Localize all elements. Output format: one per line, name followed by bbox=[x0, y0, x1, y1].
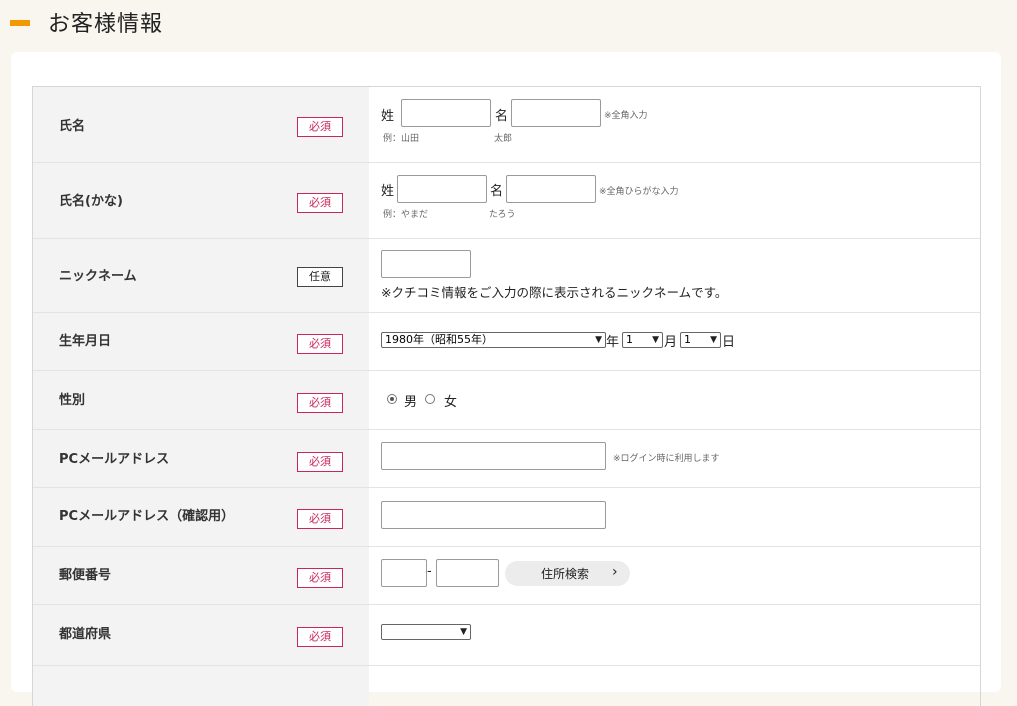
section-header: お客様情報 bbox=[0, 0, 1017, 44]
optional-badge: 任意 bbox=[297, 267, 343, 287]
required-badge: 必須 bbox=[297, 193, 343, 213]
year-suffix: 年 bbox=[606, 335, 620, 350]
birth-day-select[interactable]: 1 ▼ bbox=[680, 332, 721, 348]
sei-label: 姓 bbox=[381, 184, 395, 199]
row-input-cell: 姓 名 ※全角ひらがな入力 例：やまだ たろう bbox=[369, 163, 980, 238]
row-email: PCメールアドレス 必須 ※ログイン時に利用します bbox=[33, 430, 980, 488]
row-kana: 氏名(かな) 必須 姓 名 ※全角ひらがな入力 例：やまだ たろう bbox=[33, 163, 980, 239]
postal-code-first-input[interactable] bbox=[381, 559, 427, 587]
email-input[interactable] bbox=[381, 442, 606, 470]
sei-label: 姓 bbox=[381, 109, 395, 124]
last-name-input[interactable] bbox=[401, 99, 491, 127]
row-label-cell: ニックネーム 任意 bbox=[33, 239, 369, 312]
day-suffix: 日 bbox=[722, 335, 736, 350]
kana-example-mei: たろう bbox=[489, 210, 516, 220]
row-gender: 性別 必須 男 女 bbox=[33, 371, 980, 430]
row-prefecture: 都道府県 必須 ▼ bbox=[33, 605, 980, 666]
address-search-button[interactable]: 住所検索 › bbox=[505, 561, 630, 586]
name-example-mei: 太郎 bbox=[494, 134, 513, 144]
row-label-cell: 生年月日 必須 bbox=[33, 313, 369, 370]
field-label-email-confirm: PCメールアドレス（確認用） bbox=[59, 509, 235, 524]
month-suffix: 月 bbox=[664, 335, 678, 350]
required-badge: 必須 bbox=[297, 393, 343, 413]
prefecture-select[interactable]: ▼ bbox=[381, 624, 471, 640]
email-confirm-input[interactable] bbox=[381, 501, 606, 529]
address-search-label: 住所検索 bbox=[541, 567, 590, 581]
chevron-down-icon: ▼ bbox=[595, 335, 602, 345]
row-input-cell: 男 女 bbox=[369, 371, 980, 429]
field-label-postal: 郵便番号 bbox=[59, 568, 112, 583]
required-badge: 必須 bbox=[297, 627, 343, 647]
field-label-prefecture: 都道府県 bbox=[59, 627, 112, 642]
row-input-cell: ※ログイン時に利用します bbox=[369, 430, 980, 487]
kana-example-sei: 例：やまだ bbox=[383, 210, 429, 220]
row-label-cell bbox=[33, 666, 369, 706]
gender-male-radio[interactable] bbox=[387, 394, 397, 404]
row-birthday: 生年月日 必須 1980年（昭和55年） ▼ 年 1 ▼ 月 1 ▼ 日 bbox=[33, 313, 980, 371]
row-next-partial bbox=[33, 666, 980, 706]
title-accent-bar bbox=[10, 20, 30, 26]
nickname-note: ※クチコミ情報をご入力の際に表示されるニックネームです。 bbox=[381, 285, 728, 300]
gender-female-radio[interactable] bbox=[425, 394, 435, 404]
required-badge: 必須 bbox=[297, 117, 343, 137]
chevron-right-icon: › bbox=[612, 564, 618, 580]
email-note: ※ログイン時に利用します bbox=[613, 454, 720, 464]
page-title: お客様情報 bbox=[48, 12, 164, 37]
row-label-cell: 氏名(かな) 必須 bbox=[33, 163, 369, 238]
field-label-email: PCメールアドレス bbox=[59, 452, 170, 467]
row-input-cell: 姓 名 ※全角入力 例：山田 太郎 bbox=[369, 87, 980, 162]
row-input-cell: ※クチコミ情報をご入力の際に表示されるニックネームです。 bbox=[369, 239, 980, 312]
birth-year-value: 1980年（昭和55年） bbox=[385, 333, 493, 346]
required-badge: 必須 bbox=[297, 452, 343, 472]
field-label-kana: 氏名(かな) bbox=[59, 194, 123, 209]
row-postal: 郵便番号 必須 - 住所検索 › bbox=[33, 547, 980, 605]
row-label-cell: 氏名 必須 bbox=[33, 87, 369, 162]
birth-month-value: 1 bbox=[626, 333, 633, 346]
birth-day-value: 1 bbox=[684, 333, 691, 346]
row-label-cell: 郵便番号 必須 bbox=[33, 547, 369, 604]
field-label-name: 氏名 bbox=[59, 119, 86, 134]
mei-label: 名 bbox=[495, 109, 509, 124]
name-note: ※全角入力 bbox=[604, 111, 648, 121]
birth-year-select[interactable]: 1980年（昭和55年） ▼ bbox=[381, 332, 606, 348]
first-name-input[interactable] bbox=[511, 99, 601, 127]
row-label-cell: 都道府県 必須 bbox=[33, 605, 369, 665]
row-input-cell: ▼ bbox=[369, 605, 980, 665]
field-label-birthday: 生年月日 bbox=[59, 334, 112, 349]
kana-note: ※全角ひらがな入力 bbox=[599, 187, 679, 197]
chevron-down-icon: ▼ bbox=[460, 627, 467, 637]
row-nickname: ニックネーム 任意 ※クチコミ情報をご入力の際に表示されるニックネームです。 bbox=[33, 239, 980, 313]
row-label-cell: 性別 必須 bbox=[33, 371, 369, 429]
chevron-down-icon: ▼ bbox=[652, 335, 659, 345]
birth-month-select[interactable]: 1 ▼ bbox=[622, 332, 663, 348]
row-input-cell: 1980年（昭和55年） ▼ 年 1 ▼ 月 1 ▼ 日 bbox=[369, 313, 980, 370]
row-input-cell: - 住所検索 › bbox=[369, 547, 980, 604]
gender-male-label: 男 bbox=[404, 395, 418, 410]
customer-info-form: 氏名 必須 姓 名 ※全角入力 例：山田 太郎 氏名(かな) 必須 姓 名 ※全… bbox=[32, 86, 981, 706]
row-label-cell: PCメールアドレス 必須 bbox=[33, 430, 369, 487]
postal-code-second-input[interactable] bbox=[436, 559, 499, 587]
required-badge: 必須 bbox=[297, 568, 343, 588]
row-name: 氏名 必須 姓 名 ※全角入力 例：山田 太郎 bbox=[33, 87, 980, 163]
required-badge: 必須 bbox=[297, 509, 343, 529]
first-name-kana-input[interactable] bbox=[506, 175, 596, 203]
gender-female-label: 女 bbox=[444, 395, 458, 410]
mei-label: 名 bbox=[490, 184, 504, 199]
name-example-sei: 例：山田 bbox=[383, 134, 420, 144]
field-label-nickname: ニックネーム bbox=[59, 269, 137, 284]
row-email-confirm: PCメールアドレス（確認用） 必須 bbox=[33, 488, 980, 547]
last-name-kana-input[interactable] bbox=[397, 175, 487, 203]
row-input-cell bbox=[369, 488, 980, 546]
row-input-cell bbox=[369, 666, 980, 706]
required-badge: 必須 bbox=[297, 334, 343, 354]
nickname-input[interactable] bbox=[381, 250, 471, 278]
row-label-cell: PCメールアドレス（確認用） 必須 bbox=[33, 488, 369, 546]
chevron-down-icon: ▼ bbox=[710, 335, 717, 345]
field-label-gender: 性別 bbox=[59, 393, 86, 408]
postal-separator: - bbox=[427, 564, 432, 579]
